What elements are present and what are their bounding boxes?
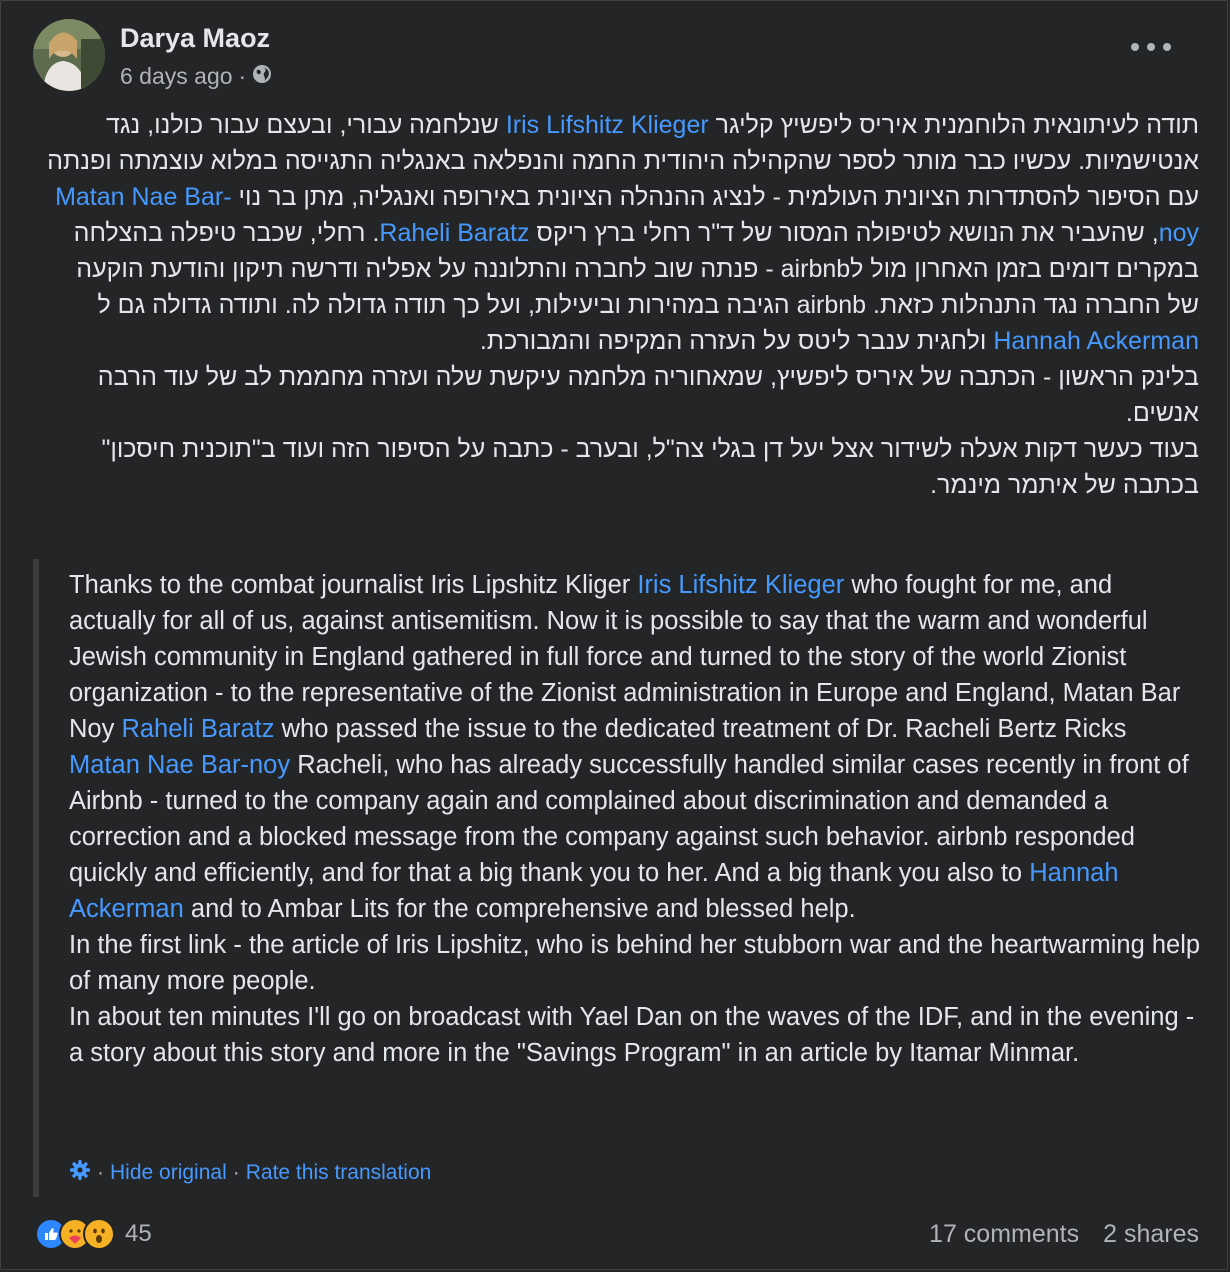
text-segment: Thanks to the combat journalist Iris Lip… xyxy=(69,571,638,599)
separator: · xyxy=(97,1161,104,1184)
post-time[interactable]: 6 days ago xyxy=(120,63,233,90)
mention-link[interactable]: Iris Lifshitz Klieger xyxy=(506,111,709,139)
translated-text: Thanks to the combat journalist Iris Lip… xyxy=(69,559,1203,1071)
globe-icon xyxy=(252,63,272,90)
author-name[interactable]: Darya Maoz xyxy=(120,23,270,54)
hide-original-link[interactable]: Hide original xyxy=(110,1161,227,1185)
shares-count-link[interactable]: 2 shares xyxy=(1103,1220,1199,1249)
translated-paragraph: In the first link - the article of Iris … xyxy=(69,931,1201,995)
original-paragraph: תודה לעיתונאית הלוחמנית איריס ליפשיץ קלי… xyxy=(41,107,1199,359)
translation-block: Thanks to the combat journalist Iris Lip… xyxy=(33,559,1203,1197)
text-segment: תודה לעיתונאית הלוחמנית איריס ליפשיץ קלי… xyxy=(715,111,1199,139)
original-paragraph: בעוד כעשר דקות אעלה לשידור אצל יעל דן בג… xyxy=(101,435,1199,499)
translated-paragraph: Thanks to the combat journalist Iris Lip… xyxy=(69,567,1203,927)
reactions-summary[interactable]: 45 xyxy=(35,1218,152,1250)
post-footer: 45 17 comments 2 shares xyxy=(35,1211,1199,1257)
text-segment: who passed the issue to the dedicated tr… xyxy=(274,715,1127,743)
mention-link[interactable]: Matan Nae Bar-noy xyxy=(69,751,290,779)
original-paragraph: בלינק הראשון - הכתבה של איריס ליפשיץ, שמ… xyxy=(97,363,1199,427)
text-segment: ולחגית ענבר ליטס על העזרה המקיפה והמבורכ… xyxy=(479,327,994,355)
post-card: Darya Maoz 6 days ago · תודה לעיתונאית ה… xyxy=(0,0,1228,1270)
mention-link[interactable]: Raheli Baratz xyxy=(379,219,529,247)
translation-controls: · Hide original · Rate this translation xyxy=(69,1159,431,1187)
more-options-icon[interactable] xyxy=(1131,35,1171,59)
text-segment: , שהעביר את הנושא לטיפולה המסור של ד"ר ר… xyxy=(536,219,1159,247)
rate-translation-link[interactable]: Rate this translation xyxy=(246,1161,432,1185)
reaction-count[interactable]: 45 xyxy=(125,1220,152,1248)
wow-icon xyxy=(83,1218,115,1250)
post-meta: 6 days ago · xyxy=(120,63,272,90)
text-segment: and to Ambar Lits for the comprehensive … xyxy=(183,895,856,923)
avatar[interactable] xyxy=(33,19,105,91)
engagement-stats: 17 comments 2 shares xyxy=(929,1220,1199,1249)
separator: · xyxy=(232,1161,240,1184)
mention-link[interactable]: Hannah Ackerman xyxy=(993,327,1199,355)
mention-link[interactable]: Iris Lifshitz Klieger xyxy=(637,571,844,599)
comments-count-link[interactable]: 17 comments xyxy=(929,1220,1079,1249)
post-text-original: תודה לעיתונאית הלוחמנית איריס ליפשיץ קלי… xyxy=(41,107,1199,503)
mention-link[interactable]: Raheli Baratz xyxy=(121,715,274,743)
meta-separator: · xyxy=(238,63,247,89)
translated-paragraph: In about ten minutes I'll go on broadcas… xyxy=(69,1003,1195,1067)
gear-icon[interactable] xyxy=(69,1159,91,1187)
